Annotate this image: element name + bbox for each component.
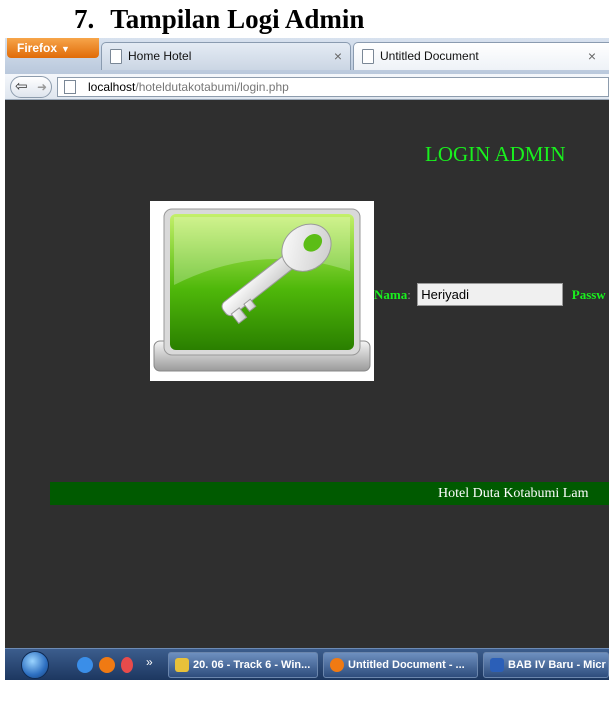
windows-start-icon[interactable] bbox=[21, 651, 49, 679]
firefox-menu-button[interactable]: Firefox ▼ bbox=[7, 38, 99, 58]
section-title: Tampilan Logi Admin bbox=[110, 4, 365, 34]
page-icon bbox=[64, 80, 76, 94]
taskbar-button-winamp[interactable]: 20. 06 - Track 6 - Win... bbox=[168, 652, 318, 678]
url-path: /hoteldutakotabumi/login.php bbox=[135, 80, 289, 94]
tab-title: Untitled Document bbox=[380, 49, 479, 63]
winamp-icon bbox=[175, 658, 189, 672]
taskbar-button-firefox[interactable]: Untitled Document - ... bbox=[323, 652, 478, 678]
login-form: Nama: Passw bbox=[374, 283, 606, 307]
page-title: LOGIN ADMIN bbox=[425, 142, 566, 166]
taskbar-button-label: 20. 06 - Track 6 - Win... bbox=[193, 659, 311, 671]
tab-title: Home Hotel bbox=[128, 49, 192, 63]
url-host: localhost bbox=[88, 80, 136, 94]
key-icon bbox=[153, 208, 371, 372]
page-content: LOGIN ADMIN Nama: Heriyadi Passw Hotel D… bbox=[5, 100, 609, 648]
back-arrow-icon[interactable]: ⇦ bbox=[15, 77, 28, 97]
key-image bbox=[150, 201, 374, 381]
pointer-tool-icon[interactable] bbox=[121, 657, 133, 673]
nama-label: Nama: bbox=[374, 286, 411, 302]
navigation-bar: ⇦ ➜ localhost/hoteldutakotabumi/login.ph… bbox=[5, 74, 609, 100]
nama-label-text: Nama bbox=[374, 286, 408, 302]
page-icon bbox=[110, 49, 122, 64]
firefox-icon[interactable] bbox=[99, 657, 115, 673]
document-heading: 7. Tampilan Logi Admin bbox=[0, 0, 609, 36]
password-label: Passw bbox=[571, 286, 606, 302]
nama-input[interactable] bbox=[417, 283, 564, 306]
footer-bar: Hotel Duta Kotabumi Lam bbox=[50, 482, 609, 505]
quick-launch-overflow[interactable]: » bbox=[146, 655, 153, 669]
browser-window: Firefox ▼ Home Hotel × Untitled Document … bbox=[5, 38, 609, 680]
back-forward-buttons[interactable]: ⇦ ➜ bbox=[10, 76, 52, 98]
taskbar-button-word[interactable]: BAB IV Baru - Micr bbox=[483, 652, 609, 678]
section-number: 7. bbox=[74, 4, 95, 34]
address-bar[interactable]: localhost/hoteldutakotabumi/login.php bbox=[57, 77, 609, 97]
windows-taskbar: » 20. 06 - Track 6 - Win... Untitled Doc… bbox=[5, 648, 609, 680]
word-icon bbox=[490, 658, 504, 672]
page-icon bbox=[362, 49, 374, 64]
internet-explorer-icon[interactable] bbox=[77, 657, 93, 673]
firefox-menu-label: Firefox bbox=[17, 41, 58, 55]
tab-untitled-document[interactable]: Untitled Document × bbox=[353, 42, 609, 70]
firefox-icon bbox=[330, 658, 344, 672]
close-icon[interactable]: × bbox=[588, 43, 596, 69]
tab-home-hotel[interactable]: Home Hotel × bbox=[101, 42, 351, 70]
taskbar-button-label: Untitled Document - ... bbox=[348, 659, 465, 671]
tab-bar: Firefox ▼ Home Hotel × Untitled Document … bbox=[5, 38, 609, 74]
chevron-down-icon: ▼ bbox=[61, 44, 70, 54]
taskbar-button-label: BAB IV Baru - Micr bbox=[508, 659, 606, 671]
forward-arrow-icon[interactable]: ➜ bbox=[37, 77, 47, 97]
close-icon[interactable]: × bbox=[334, 43, 342, 69]
